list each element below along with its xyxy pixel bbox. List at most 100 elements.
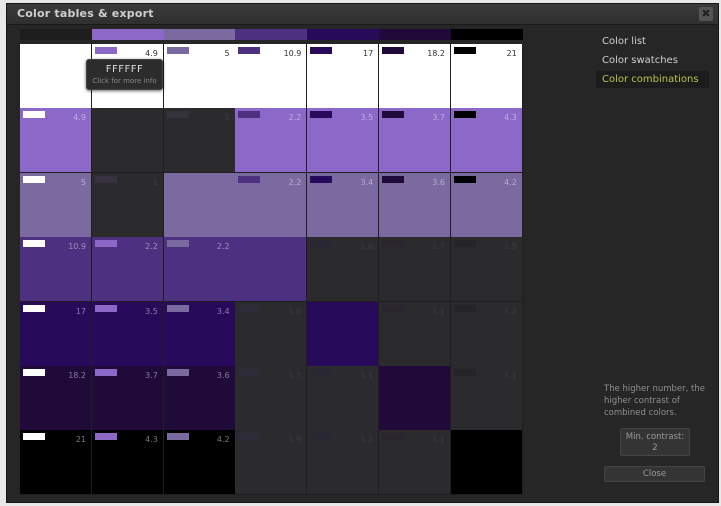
contrast-ratio: 18.2 bbox=[68, 371, 86, 380]
combination-cell[interactable]: 2.2 bbox=[91, 237, 164, 303]
combination-cell[interactable]: 4.2 bbox=[163, 430, 236, 496]
foreground-swatch bbox=[166, 111, 189, 119]
sidebar-item-color-combinations[interactable]: Color combinations bbox=[596, 71, 709, 88]
combination-cell[interactable]: 5 bbox=[163, 44, 236, 109]
combination-cell[interactable]: 5 bbox=[20, 172, 92, 238]
contrast-ratio: 3.4 bbox=[360, 177, 374, 187]
contrast-ratio: 1.2 bbox=[360, 435, 374, 445]
foreground-swatch bbox=[166, 47, 189, 54]
contrast-ratio: 3.4 bbox=[216, 306, 230, 316]
combination-cell[interactable]: 3.4 bbox=[163, 301, 236, 367]
combination-cell[interactable]: 1.1 bbox=[307, 366, 380, 431]
contrast-ratio: 4.3 bbox=[145, 435, 158, 445]
contrast-ratio: 4.2 bbox=[504, 177, 517, 187]
header-color-strip bbox=[235, 29, 308, 40]
combination-cell[interactable]: 1.9 bbox=[450, 237, 523, 303]
combination-cell[interactable]: 1.9 bbox=[235, 430, 308, 496]
foreground-swatch bbox=[23, 304, 45, 312]
combination-cell[interactable]: 4.9 bbox=[20, 108, 92, 174]
combination-cell[interactable]: 10.9 bbox=[20, 237, 92, 303]
combination-cell[interactable]: 3.4 bbox=[307, 172, 380, 238]
combination-cell[interactable]: 21 bbox=[450, 44, 523, 109]
combination-cell[interactable]: 1.1 bbox=[450, 366, 523, 431]
combination-cell[interactable]: 21 bbox=[20, 430, 92, 496]
contrast-ratio: 3.7 bbox=[432, 113, 445, 123]
foreground-swatch bbox=[166, 433, 189, 441]
combination-cell[interactable]: 4.2 bbox=[450, 172, 523, 238]
foreground-swatch bbox=[238, 369, 261, 376]
combination-cell[interactable]: 2.2 bbox=[163, 237, 236, 303]
foreground-swatch bbox=[23, 111, 45, 119]
foreground-swatch bbox=[94, 175, 117, 183]
combination-cell[interactable]: 2.2 bbox=[235, 108, 308, 174]
foreground-swatch bbox=[94, 433, 117, 441]
combination-cell[interactable]: 1.2 bbox=[307, 430, 380, 496]
contrast-ratio: 4.2 bbox=[216, 435, 230, 445]
combination-cell[interactable]: 3.6 bbox=[163, 366, 236, 431]
contrast-ratio: 1.7 bbox=[432, 242, 445, 252]
combination-cell[interactable]: 2.2 bbox=[235, 172, 308, 238]
combination-cell[interactable]: 1.2 bbox=[450, 301, 523, 367]
combination-cell[interactable]: 18.2 bbox=[20, 366, 92, 431]
foreground-swatch bbox=[310, 369, 333, 376]
diagonal-cell[interactable] bbox=[235, 237, 308, 303]
combination-cell[interactable]: 1.1 bbox=[379, 430, 451, 496]
sidebar-item-label: Color list bbox=[602, 36, 646, 47]
sidebar-item-label: Color combinations bbox=[602, 74, 699, 85]
foreground-swatch bbox=[94, 304, 117, 312]
diagonal-cell[interactable] bbox=[450, 430, 523, 496]
combination-cell[interactable]: 1.7 bbox=[235, 366, 308, 431]
combination-cell[interactable]: 3.7 bbox=[379, 108, 451, 174]
foreground-swatch bbox=[310, 111, 333, 119]
min-contrast-button[interactable]: Min. contrast: 2 bbox=[620, 428, 690, 456]
contrast-ratio: 1.1 bbox=[432, 306, 445, 316]
contrast-ratio: 1.1 bbox=[432, 435, 445, 445]
diagonal-cell[interactable] bbox=[163, 172, 236, 238]
foreground-swatch bbox=[166, 369, 189, 376]
diagonal-cell[interactable] bbox=[91, 108, 164, 174]
combination-cell[interactable]: 1.1 bbox=[379, 301, 451, 367]
contrast-ratio: 3.6 bbox=[432, 177, 445, 187]
sidebar-item-color-list[interactable]: Color list bbox=[596, 33, 709, 50]
foreground-swatch bbox=[453, 304, 476, 312]
diagonal-cell[interactable] bbox=[307, 301, 380, 367]
combination-cell[interactable]: 17 bbox=[307, 44, 380, 109]
foreground-swatch bbox=[310, 47, 333, 54]
combination-cell[interactable]: 4.3 bbox=[450, 108, 523, 174]
combination-cell[interactable]: 3.6 bbox=[379, 172, 451, 238]
header-color-strip bbox=[379, 29, 451, 40]
combination-cell[interactable]: 1.6 bbox=[307, 237, 380, 303]
combination-cell[interactable]: 18.2 bbox=[379, 44, 451, 109]
diagonal-cell[interactable] bbox=[20, 44, 92, 109]
foreground-swatch bbox=[238, 47, 261, 54]
foreground-swatch bbox=[94, 47, 117, 54]
foreground-swatch bbox=[238, 433, 261, 441]
contrast-ratio: 10.9 bbox=[68, 242, 86, 252]
foreground-swatch bbox=[238, 175, 261, 183]
combination-cell[interactable]: 3.5 bbox=[91, 301, 164, 367]
foreground-swatch bbox=[238, 111, 261, 119]
combination-cell[interactable]: 10.9 bbox=[235, 44, 308, 109]
contrast-ratio: 21 bbox=[75, 435, 86, 445]
close-icon[interactable]: ✖ bbox=[699, 7, 713, 21]
diagonal-cell[interactable] bbox=[379, 366, 451, 431]
combination-cell[interactable]: 17 bbox=[20, 301, 92, 367]
combination-cell[interactable]: 1.7 bbox=[379, 237, 451, 303]
min-contrast-label: Min. contrast: bbox=[625, 432, 685, 442]
header-color-strip bbox=[91, 29, 164, 40]
combination-cell[interactable]: 3.7 bbox=[91, 366, 164, 431]
foreground-swatch bbox=[382, 304, 404, 312]
foreground-swatch bbox=[453, 47, 476, 54]
contrast-ratio: 17 bbox=[363, 49, 374, 58]
combination-cell[interactable]: 1 bbox=[163, 108, 236, 174]
foreground-swatch bbox=[23, 240, 45, 248]
sidebar-item-color-swatches[interactable]: Color swatches bbox=[596, 52, 709, 69]
header-color-strip bbox=[450, 29, 523, 40]
combination-cell[interactable]: 4.3 bbox=[91, 430, 164, 496]
combination-cell[interactable]: 3.5 bbox=[307, 108, 380, 174]
combination-cell[interactable]: 1 bbox=[91, 172, 164, 238]
contrast-ratio: 5 bbox=[224, 49, 230, 58]
close-button[interactable]: Close bbox=[604, 466, 705, 482]
combination-cell[interactable]: 1.6 bbox=[235, 301, 308, 367]
contrast-ratio: 17 bbox=[75, 306, 86, 316]
